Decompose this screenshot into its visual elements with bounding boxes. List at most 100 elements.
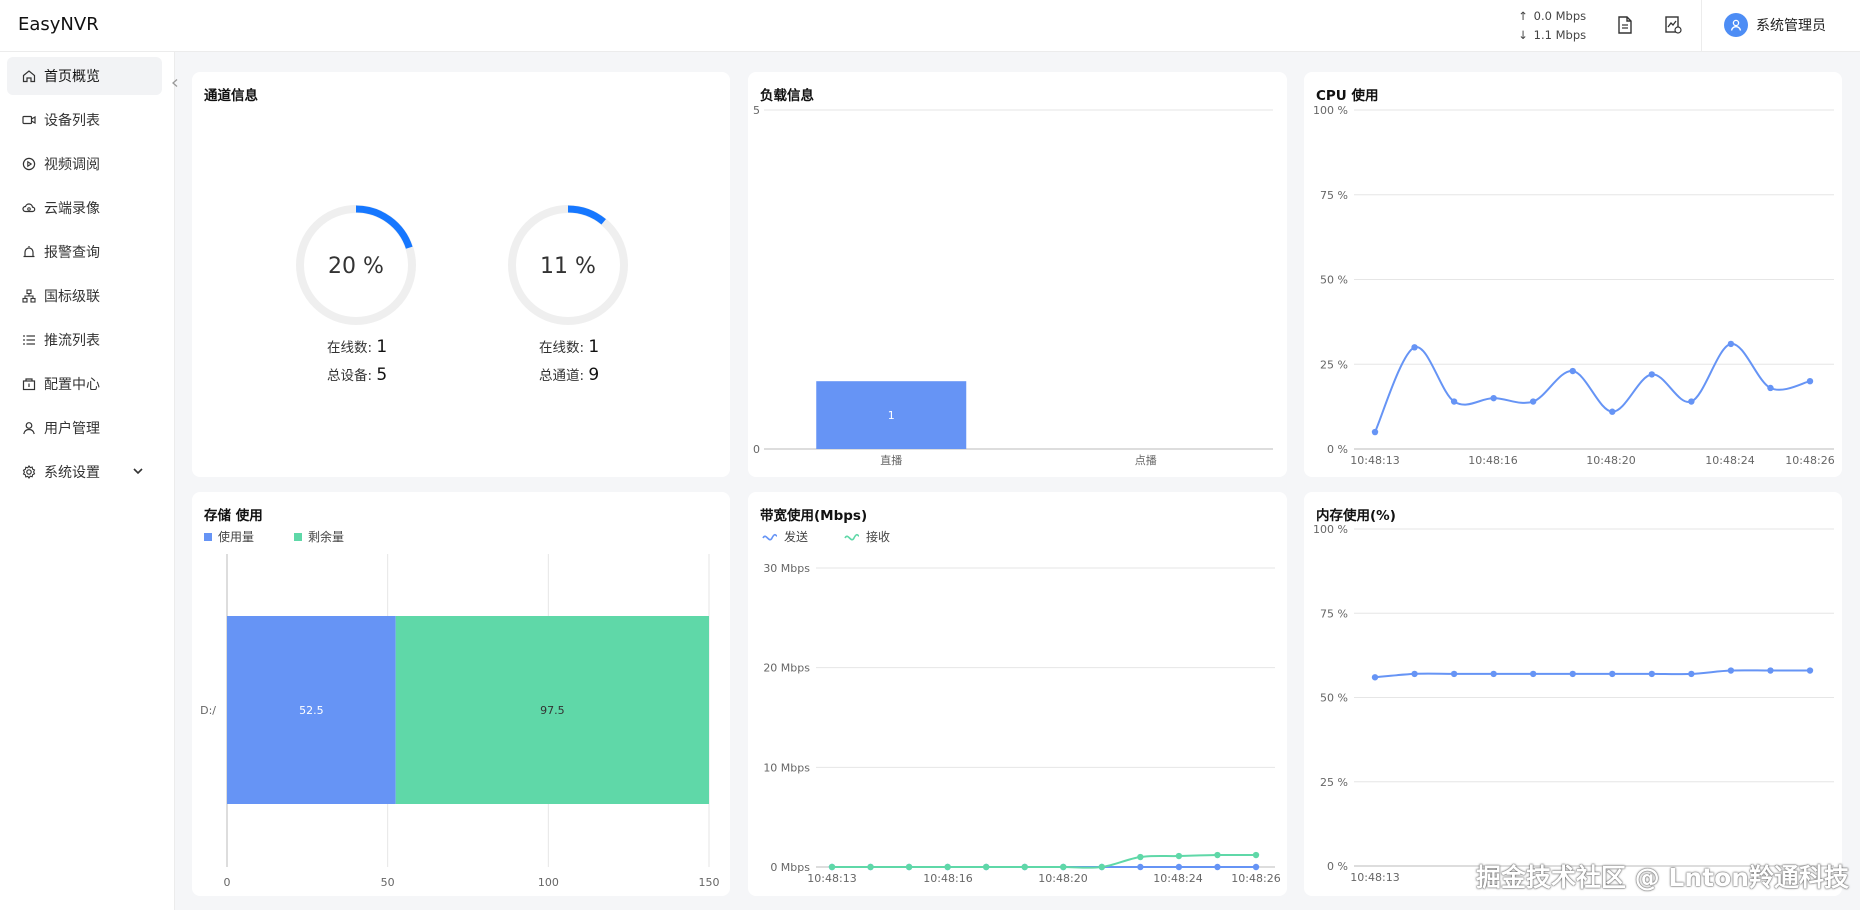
bandwidth-xtick-label: 10:48:20 [1038, 872, 1087, 885]
top-header: EasyNVR ↑ 0.0 Mbps ↓ 1.1 Mbps 系统管理员 [0, 0, 1860, 52]
storage-ytick-label: D:/ [200, 704, 216, 717]
memory-ytick-label: 0 % [1327, 860, 1348, 873]
cpu-ytick-label: 50 % [1320, 274, 1348, 287]
config-icon [21, 376, 37, 392]
sidebar-item-label: 视频调阅 [44, 157, 100, 173]
sidebar-item-cloud-record[interactable]: 云端录像 [7, 189, 162, 227]
storage-bar-label: 52.5 [299, 704, 324, 717]
gauge-channels-total: 总通道: 9 [539, 365, 600, 385]
upload-arrow-icon: ↑ [1518, 9, 1528, 23]
cpu-ytick-label: 0 % [1327, 443, 1348, 456]
sidebar-item-label: 推流列表 [44, 333, 100, 349]
memory-point [1648, 670, 1656, 678]
load-xtick-label: 直播 [880, 453, 902, 467]
cpu-ytick-label: 25 % [1320, 358, 1348, 371]
bandwidth-xtick-label: 10:48:13 [807, 872, 856, 885]
sidebar-item-video[interactable]: 视频调阅 [7, 145, 162, 183]
gauge-channels-percent: 11 % [540, 254, 596, 279]
bandwidth-chart: 0 Mbps 10 Mbps 20 Mbps 30 Mbps 10:48:13 10:48… [763, 562, 1280, 885]
sidebar-item-alarm[interactable]: 报警查询 [7, 233, 162, 271]
memory-card: 内存使用(%) 0 % 25 % 50 % 75 % 100 % 10:48:13 [1304, 492, 1842, 896]
list-icon [21, 332, 37, 348]
bandwidth-xtick-label: 10:48:24 [1153, 872, 1202, 885]
network-speed: ↑ 0.0 Mbps ↓ 1.1 Mbps [1516, 7, 1586, 45]
bandwidth-point [1137, 853, 1144, 861]
cpu-point [1411, 344, 1418, 351]
sidebar-item-cascade[interactable]: 国标级联 [7, 277, 162, 315]
load-xtick-label: 点播 [1135, 453, 1157, 467]
bandwidth-ytick-label: 30 Mbps [763, 562, 810, 575]
bandwidth-xtick-label: 10:48:16 [923, 872, 972, 885]
sidebar-item-config[interactable]: 配置中心 [7, 365, 162, 403]
cpu-point [1569, 367, 1576, 375]
memory-xtick-label: 10:48:13 [1350, 871, 1399, 884]
gauge-channels-online: 在线数: 1 [539, 337, 600, 357]
cpu-point [1688, 398, 1695, 405]
sidebar-item-label: 设备列表 [44, 113, 100, 129]
document-icon[interactable] [1612, 12, 1638, 38]
memory-point [1767, 667, 1774, 674]
sidebar-item-label: 云端录像 [44, 201, 100, 217]
storage-xtick-label: 150 [699, 876, 720, 889]
cpu-point [1767, 384, 1774, 392]
user-icon [21, 420, 37, 436]
cpu-xtick-label: 10:48:26 [1785, 454, 1834, 467]
cpu-point [1490, 394, 1497, 402]
app-title: EasyNVR [18, 14, 99, 35]
cpu-point [1609, 408, 1616, 415]
load-ytick-label: 0 [753, 443, 760, 456]
storage-chart: 0 50 100 150 52.5 97.5 D:/ [200, 554, 720, 889]
bandwidth-series-line [832, 853, 1257, 869]
gauge-devices-online: 在线数: 1 [327, 337, 388, 357]
sidebar-item-users[interactable]: 用户管理 [7, 409, 162, 447]
memory-ytick-label: 100 % [1313, 523, 1348, 536]
device-chart-icon[interactable] [1660, 12, 1686, 38]
cpu-xtick-label: 10:48:20 [1586, 454, 1635, 467]
watermark: 掘金技术社区 @ Lnton羚通科技 [1476, 863, 1850, 892]
memory-ytick-label: 75 % [1320, 607, 1348, 620]
sidebar-item-home[interactable]: 首页概览 [7, 57, 162, 95]
cpu-xtick-label: 10:48:24 [1705, 454, 1754, 467]
gauge-channels-arc [567, 205, 606, 225]
bandwidth-point [1175, 852, 1183, 860]
download-speed: 1.1 Mbps [1533, 28, 1587, 42]
memory-point [1727, 667, 1735, 674]
channel-gauges: 20 % 11 % [296, 205, 628, 325]
load-chart: 0 5 1 直播 点播 [753, 104, 1273, 467]
sidebar-item-settings[interactable]: 系统设置 [7, 453, 162, 491]
gauge-channels: 11 % [508, 205, 628, 325]
sidebar-item-label: 用户管理 [44, 421, 100, 437]
bandwidth-point [1098, 863, 1106, 871]
sidebar-item-push[interactable]: 推流列表 [7, 321, 162, 359]
sidebar-item-label: 国标级联 [44, 289, 100, 305]
cpu-card: CPU 使用 0 % 25 % 50 % 75 % 100 % 10:48:13 10:48… [1304, 72, 1842, 477]
gear-icon [21, 464, 37, 480]
header-separator [1701, 0, 1702, 52]
bandwidth-point [1214, 851, 1221, 859]
bandwidth-ytick-label: 20 Mbps [763, 662, 810, 675]
cpu-xtick-label: 10:48:16 [1468, 454, 1517, 467]
user-menu[interactable]: 系统管理员 [1724, 13, 1826, 37]
gauge-devices-arc [355, 205, 413, 249]
cpu-point [1648, 371, 1656, 378]
user-name: 系统管理员 [1756, 18, 1826, 34]
sidebar-collapse-button[interactable] [168, 74, 182, 92]
load-bar-label: 1 [888, 409, 895, 422]
cpu-xtick-label: 10:48:13 [1350, 454, 1399, 467]
memory-point [1411, 670, 1418, 678]
alarm-icon [21, 244, 37, 260]
bandwidth-point [905, 863, 913, 871]
video-camera-icon [21, 112, 37, 128]
bandwidth-ytick-label: 10 Mbps [763, 761, 810, 774]
sidebar-item-label: 首页概览 [44, 69, 100, 85]
cpu-point [1450, 398, 1458, 405]
sidebar-item-devices[interactable]: 设备列表 [7, 101, 162, 139]
cpu-point [1727, 340, 1735, 348]
chevron-down-icon [132, 465, 144, 481]
bandwidth-point [1175, 863, 1183, 871]
cpu-point [1529, 398, 1537, 405]
memory-chart: 0 % 25 % 50 % 75 % 100 % 10:48:13 [1313, 523, 1834, 884]
cpu-point [1371, 428, 1379, 436]
sidebar-item-label: 配置中心 [44, 377, 100, 393]
storage-xtick-label: 0 [224, 876, 231, 889]
